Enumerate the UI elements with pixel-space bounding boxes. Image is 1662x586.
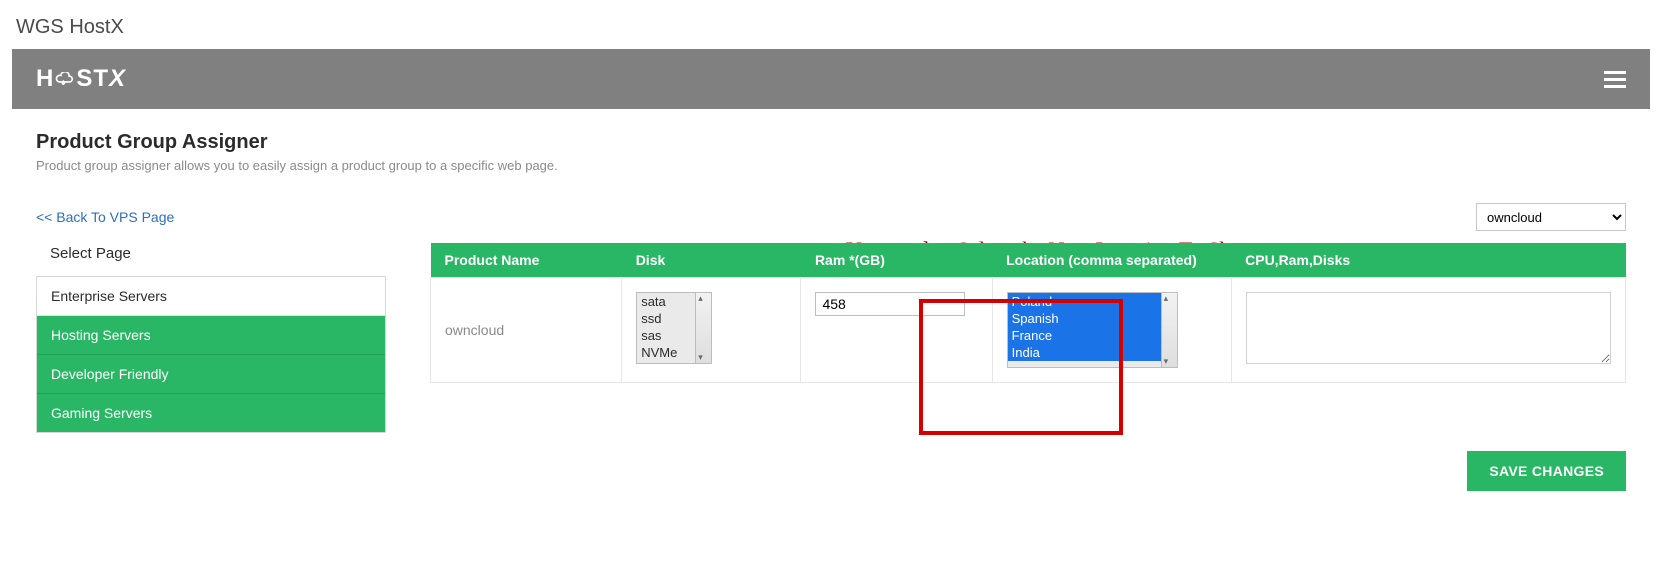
disk-option[interactable]: ssd bbox=[637, 310, 695, 327]
cell-product-name: owncloud bbox=[431, 278, 622, 383]
disk-scrollbar[interactable] bbox=[696, 292, 712, 364]
logo: H ST X bbox=[36, 65, 126, 93]
group-dropdown[interactable]: owncloud bbox=[1476, 203, 1626, 231]
ram-input[interactable] bbox=[815, 292, 965, 316]
location-option[interactable]: Spanish bbox=[1008, 310, 1161, 327]
cloud-icon bbox=[55, 72, 75, 86]
select-page-label: Select Page bbox=[50, 245, 386, 262]
disk-option[interactable]: sas bbox=[637, 327, 695, 344]
back-link[interactable]: << Back To VPS Page bbox=[36, 209, 174, 225]
disk-multiselect[interactable]: sata ssd sas NVMe bbox=[636, 292, 696, 364]
logo-text-st: ST bbox=[76, 65, 109, 93]
th-location: Location (comma separated) bbox=[992, 243, 1231, 278]
disk-option[interactable]: sata bbox=[637, 293, 695, 310]
location-scrollbar[interactable] bbox=[1162, 292, 1178, 368]
location-option[interactable]: India bbox=[1008, 344, 1161, 361]
product-table: Product Name Disk Ram *(GB) Location (co… bbox=[430, 243, 1626, 383]
logo-text-h: H bbox=[36, 65, 54, 93]
disk-option[interactable]: NVMe bbox=[637, 344, 695, 361]
table-row: owncloud sata ssd sas NVMe bbox=[431, 278, 1626, 383]
section-header: Product Group Assigner Product group ass… bbox=[12, 109, 1650, 181]
page-item-developer-friendly[interactable]: Developer Friendly bbox=[37, 355, 385, 394]
page-description: Product group assigner allows you to eas… bbox=[36, 158, 1626, 173]
page-item-hosting-servers[interactable]: Hosting Servers bbox=[37, 316, 385, 355]
th-disk: Disk bbox=[622, 243, 801, 278]
page-title: Product Group Assigner bbox=[36, 131, 1626, 154]
location-multiselect[interactable]: Poland Spanish France India bbox=[1007, 292, 1162, 368]
th-cpu: CPU,Ram,Disks bbox=[1231, 243, 1625, 278]
page-list: Enterprise Servers Hosting Servers Devel… bbox=[36, 276, 386, 433]
group-dropdown-wrap: owncloud bbox=[1476, 203, 1626, 231]
page-item-enterprise-servers[interactable]: Enterprise Servers bbox=[37, 277, 385, 316]
location-option[interactable]: Poland bbox=[1008, 293, 1161, 310]
cell-cpu bbox=[1231, 278, 1625, 383]
save-button[interactable]: SAVE CHANGES bbox=[1467, 451, 1626, 491]
topbar: H ST X bbox=[12, 49, 1650, 109]
th-product-name: Product Name bbox=[431, 243, 622, 278]
page-item-gaming-servers[interactable]: Gaming Servers bbox=[37, 394, 385, 432]
hamburger-menu-icon[interactable] bbox=[1604, 71, 1626, 88]
cell-location: Poland Spanish France India bbox=[992, 278, 1231, 383]
location-option[interactable]: France bbox=[1008, 327, 1161, 344]
cell-ram bbox=[801, 278, 992, 383]
th-ram: Ram *(GB) bbox=[801, 243, 992, 278]
logo-text-x: X bbox=[109, 65, 126, 93]
breadcrumb: WGS HostX bbox=[16, 16, 1646, 39]
cpu-textarea[interactable] bbox=[1246, 292, 1611, 364]
cell-disk: sata ssd sas NVMe bbox=[622, 278, 801, 383]
